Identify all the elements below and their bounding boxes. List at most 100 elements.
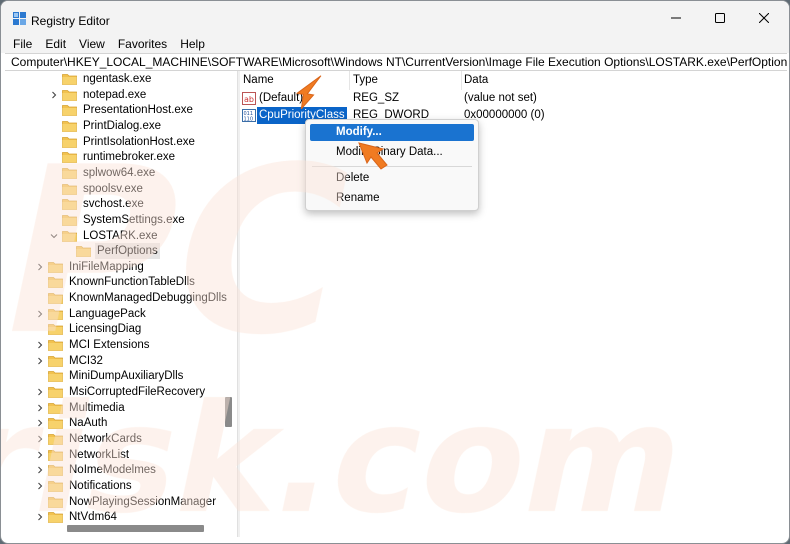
- menu-favorites[interactable]: Favorites: [118, 35, 167, 53]
- tree-item[interactable]: MCI32: [35, 353, 105, 369]
- minimize-icon: [671, 17, 681, 19]
- tree-item[interactable]: NaAuth: [35, 415, 109, 431]
- value-name: (Default): [259, 92, 304, 104]
- chevron-right-icon[interactable]: [35, 478, 45, 494]
- chevron-right-icon[interactable]: [35, 384, 45, 400]
- chevron-right-icon[interactable]: [35, 400, 45, 416]
- svg-text:ab: ab: [244, 95, 254, 104]
- tree-item[interactable]: LicensingDiag: [35, 321, 143, 337]
- tree-item[interactable]: Notifications: [35, 478, 134, 494]
- column-header-data[interactable]: Data: [462, 71, 662, 90]
- tree-item[interactable]: SystemSettings.exe: [49, 212, 187, 228]
- chevron-right-icon[interactable]: [35, 431, 45, 447]
- pane-splitter[interactable]: [237, 71, 240, 537]
- tree-item[interactable]: LOSTARK.exe: [49, 228, 160, 244]
- folder-icon: [48, 512, 63, 524]
- menu-bar: File Edit View Favorites Help: [1, 35, 789, 53]
- menu-item-rename[interactable]: Rename: [310, 190, 474, 207]
- tree-item[interactable]: splwow64.exe: [49, 165, 157, 181]
- title-bar[interactable]: Registry Editor: [1, 1, 789, 35]
- folder-icon: [48, 496, 63, 508]
- chevron-right-icon[interactable]: [35, 337, 45, 353]
- tree-item[interactable]: KnownFunctionTableDlls: [35, 274, 197, 290]
- close-button[interactable]: [741, 1, 787, 35]
- tree-item[interactable]: svchost.exe: [49, 196, 146, 212]
- menu-view[interactable]: View: [79, 35, 105, 53]
- tree-item[interactable]: MCI Extensions: [35, 337, 152, 353]
- tree-item-label: NaAuth: [69, 417, 108, 430]
- scrollbar-thumb[interactable]: [225, 397, 232, 427]
- menu-item-modify-binary-data[interactable]: Modify Binary Data...: [310, 144, 474, 161]
- tree-item[interactable]: PresentationHost.exe: [49, 102, 195, 118]
- folder-icon: [48, 324, 63, 336]
- chevron-right-icon[interactable]: [35, 415, 45, 431]
- tree-item[interactable]: KnownManagedDebuggingDlls: [35, 290, 229, 306]
- folder-icon: [48, 277, 63, 289]
- chevron-right-icon[interactable]: [35, 447, 45, 463]
- tree-item-label: NoImeModelmes: [69, 464, 156, 477]
- column-header-type[interactable]: Type: [351, 71, 462, 90]
- column-header-name[interactable]: Name: [241, 71, 350, 90]
- minimize-button[interactable]: [653, 1, 699, 35]
- tree-item[interactable]: MsiCorruptedFileRecovery: [35, 384, 207, 400]
- tree-item[interactable]: NetworkCards: [35, 431, 144, 447]
- tree-item-label: spoolsv.exe: [83, 182, 143, 195]
- tree-item[interactable]: MiniDumpAuxiliaryDlls: [35, 368, 185, 384]
- tree-item[interactable]: PrintDialog.exe: [49, 118, 163, 134]
- tree-vertical-scrollbar[interactable]: [223, 71, 233, 537]
- tree-item[interactable]: LanguagePack: [35, 306, 148, 322]
- folder-icon: [62, 74, 77, 85]
- menu-item-modify[interactable]: Modify...: [310, 124, 474, 141]
- tree-item[interactable]: runtimebroker.exe: [49, 149, 177, 165]
- binary-value-icon: 011 110: [242, 109, 256, 122]
- tree-item[interactable]: ngentask.exe: [49, 71, 153, 87]
- value-type: REG_SZ: [353, 92, 400, 104]
- tree-item-label: KnownFunctionTableDlls: [69, 276, 195, 289]
- tree-item-label: SystemSettings.exe: [83, 213, 185, 226]
- folder-icon: [48, 308, 63, 320]
- folder-icon: [48, 340, 63, 351]
- tree-item-label: ngentask.exe: [83, 73, 152, 85]
- folder-icon: [62, 230, 77, 242]
- address-bar[interactable]: Computer\HKEY_LOCAL_MACHINE\SOFTWARE\Mic…: [5, 53, 787, 71]
- menu-item-delete[interactable]: Delete: [310, 170, 474, 187]
- chevron-right-icon[interactable]: [35, 353, 45, 369]
- maximize-button[interactable]: [697, 1, 743, 35]
- tree-item[interactable]: notepad.exe: [49, 87, 148, 103]
- folder-icon: [48, 434, 63, 445]
- folder-icon: [48, 261, 63, 273]
- chevron-right-icon[interactable]: [35, 462, 45, 478]
- tree-item-label: MCI Extensions: [69, 339, 150, 352]
- folder-icon: [48, 418, 63, 430]
- folder-icon: [62, 89, 77, 101]
- chevron-right-icon[interactable]: [35, 259, 45, 275]
- close-icon: [759, 13, 769, 23]
- tree-item[interactable]: PrintIsolationHost.exe: [49, 134, 197, 150]
- chevron-down-icon[interactable]: [49, 228, 59, 244]
- tree-item[interactable]: IniFileMapping: [35, 259, 146, 275]
- value-data: (value not set): [464, 92, 537, 104]
- key-tree[interactable]: ngentask.exe notepad.exe PresentationHost.…: [5, 71, 236, 537]
- tree-item[interactable]: NowPlayingSessionManager: [35, 494, 218, 510]
- menu-edit[interactable]: Edit: [45, 35, 66, 53]
- value-row-default[interactable]: ab (Default) REG_SZ (value not set): [241, 90, 661, 107]
- tree-horizontal-scrollbar[interactable]: [5, 523, 220, 533]
- tree-item[interactable]: PerfOptions: [63, 243, 160, 260]
- menu-file[interactable]: File: [13, 35, 32, 53]
- tree-item[interactable]: NoImeModelmes: [35, 462, 158, 478]
- tree-item[interactable]: Multimedia: [35, 400, 127, 416]
- chevron-right-icon[interactable]: [35, 306, 45, 322]
- chevron-right-icon[interactable]: [49, 87, 59, 103]
- scrollbar-thumb[interactable]: [67, 525, 204, 532]
- tree-item-label: LOSTARK.exe: [83, 229, 158, 242]
- menu-help[interactable]: Help: [180, 35, 205, 53]
- tree-item[interactable]: NetworkList: [35, 447, 131, 463]
- tree-item-label: PresentationHost.exe: [83, 104, 193, 117]
- tree-item[interactable]: spoolsv.exe: [49, 181, 145, 197]
